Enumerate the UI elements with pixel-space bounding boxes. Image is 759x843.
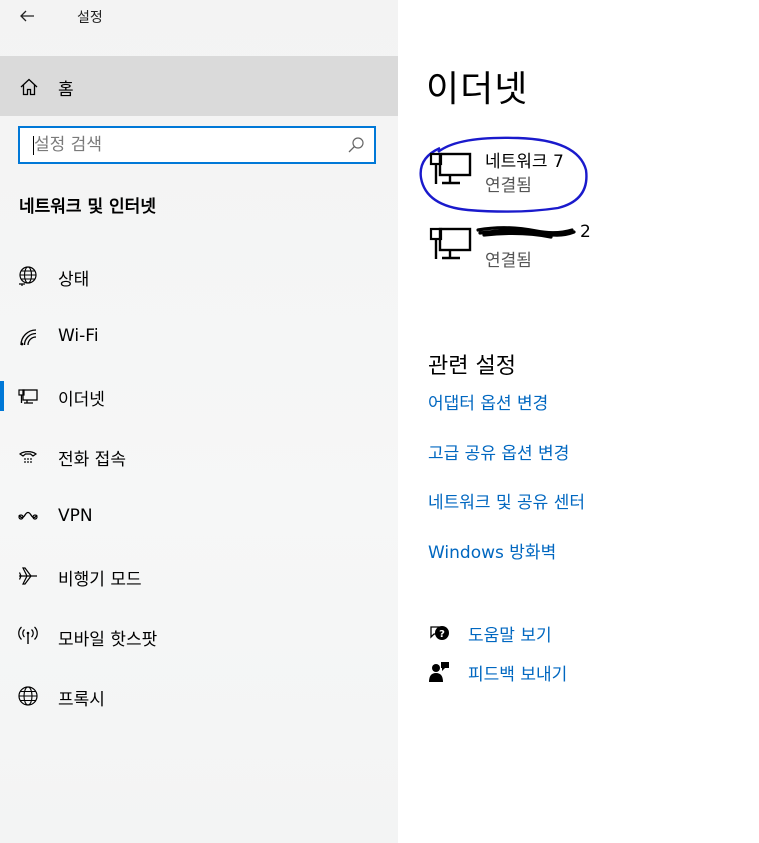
adapter-status: 연결됨 bbox=[485, 176, 532, 196]
feedback-link: 피드백 보내기 bbox=[468, 665, 568, 685]
sidebar-item-wifi[interactable]: Wi-Fi bbox=[0, 317, 398, 357]
dialup-icon bbox=[18, 451, 38, 463]
globe-status-icon bbox=[19, 266, 37, 286]
sidebar-item-label: 이더넷 bbox=[58, 390, 105, 410]
link-advanced-sharing[interactable]: 고급 공유 옵션 변경 bbox=[428, 439, 569, 464]
search-input[interactable] bbox=[20, 128, 344, 162]
sidebar-item-proxy[interactable]: 프록시 bbox=[0, 676, 398, 716]
sidebar-item-vpn[interactable]: VPN bbox=[0, 497, 398, 537]
redaction-scribble bbox=[476, 226, 576, 239]
airplane-icon bbox=[18, 567, 37, 585]
adapter-name: 네트워크 7 bbox=[485, 152, 564, 172]
home-icon bbox=[20, 78, 38, 96]
sidebar: 설정 홈 네트워크 및 인터넷 상태 Wi-Fi bbox=[0, 0, 398, 843]
ethernet-adapter-icon bbox=[429, 227, 472, 260]
back-button[interactable] bbox=[14, 3, 40, 29]
sidebar-item-label: 비행기 모드 bbox=[58, 570, 142, 590]
get-help-row[interactable]: ? 도움말 보기 bbox=[428, 619, 728, 647]
sidebar-item-hotspot[interactable]: 모바일 핫스팟 bbox=[0, 616, 398, 656]
adapter-name: 2 bbox=[580, 222, 591, 242]
sidebar-item-ethernet[interactable]: 이더넷 bbox=[0, 376, 398, 416]
sidebar-item-status[interactable]: 상태 bbox=[0, 256, 398, 296]
adapter-redacted[interactable]: 2 연결됨 bbox=[428, 222, 728, 278]
page-title: 이더넷 bbox=[426, 69, 529, 110]
title-bar: 설정 bbox=[0, 0, 398, 32]
related-settings-title: 관련 설정 bbox=[428, 354, 516, 379]
sidebar-item-dialup[interactable]: 전화 접속 bbox=[0, 436, 398, 476]
help-chat-icon: ? bbox=[430, 626, 449, 640]
back-arrow-icon bbox=[20, 10, 34, 22]
ethernet-icon bbox=[18, 389, 38, 404]
link-network-sharing-center[interactable]: 네트워크 및 공유 센터 bbox=[428, 488, 585, 513]
sidebar-item-airplane[interactable]: 비행기 모드 bbox=[0, 556, 398, 596]
search-box[interactable] bbox=[18, 126, 376, 164]
section-title: 네트워크 및 인터넷 bbox=[19, 197, 156, 217]
feedback-row[interactable]: 피드백 보내기 bbox=[428, 658, 728, 686]
app-title: 설정 bbox=[77, 10, 103, 26]
globe-icon bbox=[18, 686, 38, 706]
sidebar-item-label: VPN bbox=[58, 506, 93, 526]
sidebar-item-label: 전화 접속 bbox=[58, 450, 126, 470]
home-button[interactable]: 홈 bbox=[0, 56, 398, 116]
adapter-status: 연결됨 bbox=[485, 251, 532, 271]
adapter-network-7[interactable]: 네트워크 7 연결됨 bbox=[428, 147, 728, 203]
sidebar-item-label: 상태 bbox=[58, 270, 90, 290]
wifi-icon bbox=[20, 329, 37, 346]
main-content: 이더넷 네트워크 7 연결됨 2 연결됨 관련 설정 어댑터 옵션 변경 고급 … bbox=[398, 0, 759, 843]
ethernet-adapter-icon bbox=[429, 152, 472, 185]
search-icon[interactable] bbox=[347, 136, 365, 154]
sidebar-item-label: 모바일 핫스팟 bbox=[58, 630, 158, 650]
svg-text:?: ? bbox=[439, 629, 445, 640]
home-label: 홈 bbox=[58, 80, 74, 100]
sidebar-item-label: Wi-Fi bbox=[58, 326, 99, 346]
selected-indicator bbox=[0, 381, 4, 411]
get-help-link: 도움말 보기 bbox=[468, 626, 552, 646]
sidebar-item-label: 프록시 bbox=[58, 690, 105, 710]
link-windows-firewall[interactable]: Windows 방화벽 bbox=[428, 538, 556, 563]
hotspot-icon bbox=[18, 626, 38, 644]
vpn-icon bbox=[18, 511, 38, 520]
link-adapter-options[interactable]: 어댑터 옵션 변경 bbox=[428, 389, 548, 414]
feedback-icon bbox=[429, 662, 449, 682]
